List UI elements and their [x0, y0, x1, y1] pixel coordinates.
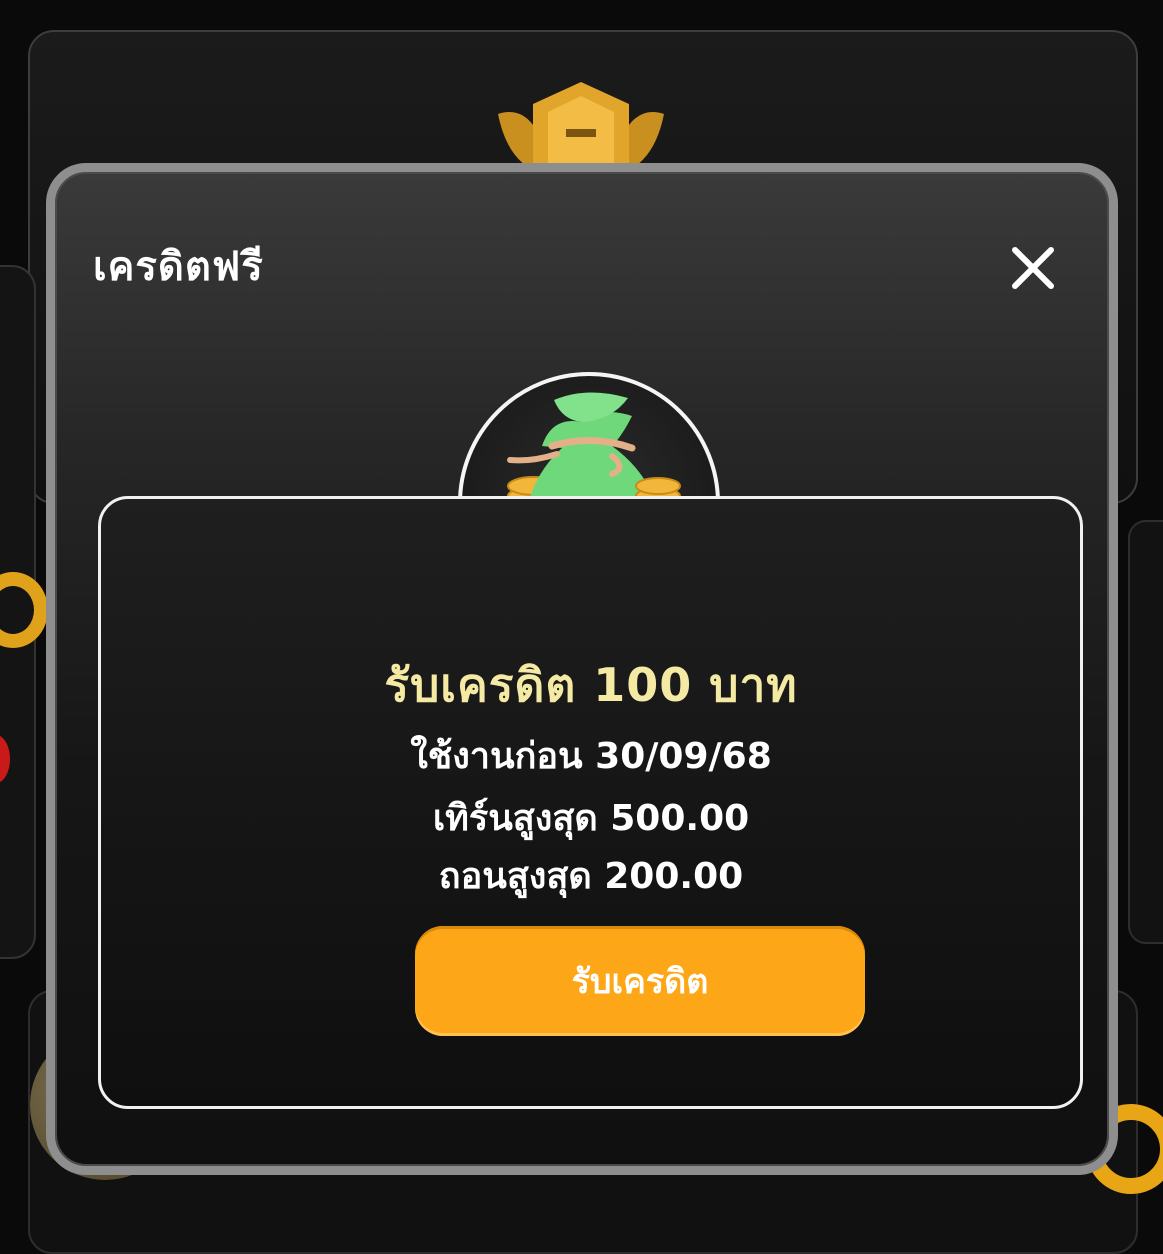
max-turnover-text: เทิร์นสูงสุด 500.00 [432, 798, 750, 839]
close-button[interactable] [1005, 240, 1061, 296]
claim-credit-button[interactable]: รับเครดิต [415, 926, 865, 1036]
close-icon [1012, 247, 1054, 289]
expire-date-text: ใช้งานก่อน 30/09/68 [410, 736, 772, 777]
background-gold-ring-icon [0, 572, 48, 648]
max-withdraw-text: ถอนสูงสุด 200.00 [438, 856, 744, 897]
reward-title: รับเครดิต 100 บาท [384, 658, 798, 712]
modal-title: เครดิตฟรี [93, 244, 264, 290]
rank-badge-icon [498, 82, 664, 174]
background-right-card [1128, 520, 1163, 944]
reward-panel: รับเครดิต 100 บาท ใช้งานก่อน 30/09/68 เท… [98, 496, 1083, 1109]
free-credit-modal: เครดิตฟรี รับเครดิต 100 บาท ใช้งานก่อน 3… [46, 163, 1118, 1175]
